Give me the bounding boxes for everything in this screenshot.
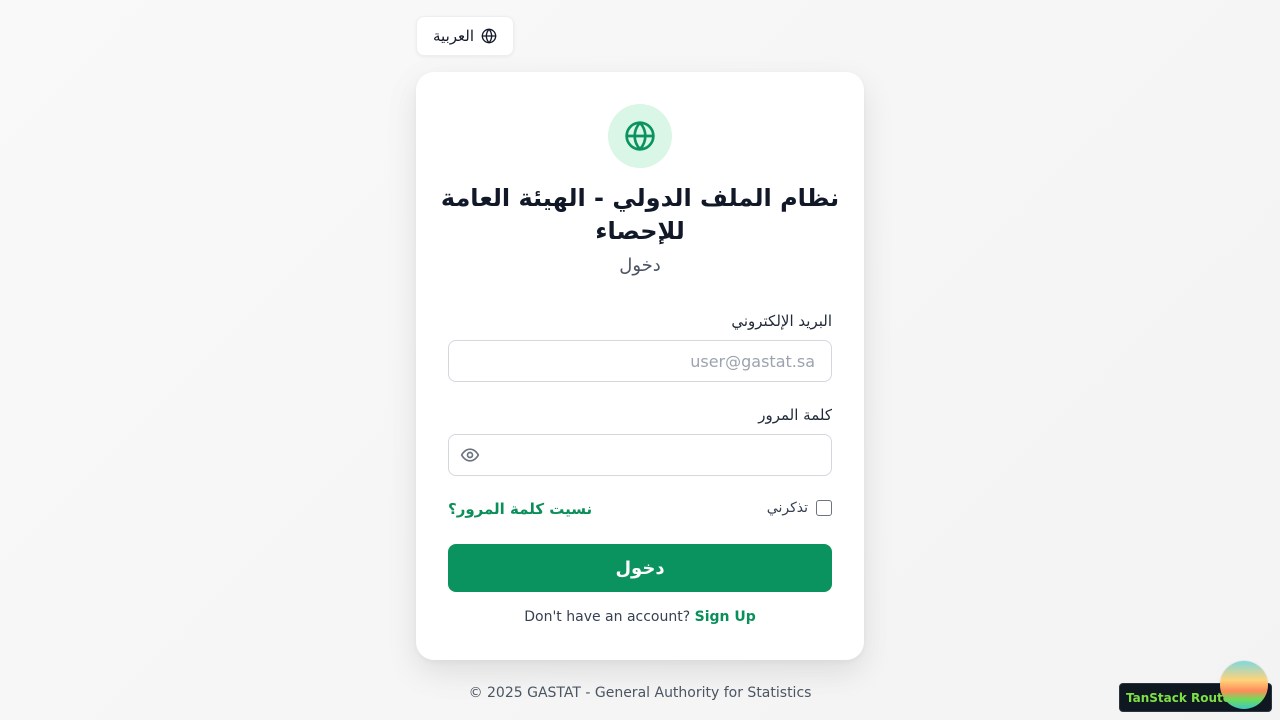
language-label: العربية	[433, 28, 474, 45]
globe-icon	[481, 28, 497, 44]
page-subtitle: دخول	[619, 255, 661, 276]
globe-icon	[625, 121, 655, 151]
show-password-toggle[interactable]	[459, 445, 481, 465]
password-label: كلمة المرور	[758, 406, 832, 424]
eye-icon	[460, 448, 480, 462]
forgot-password-link[interactable]: نسيت كلمة المرور؟	[448, 500, 592, 518]
signup-link[interactable]: Sign Up	[695, 609, 756, 625]
page-title: نظام الملف الدولي - الهيئة العامة للإحصا…	[440, 184, 840, 245]
remember-me: تذكرني	[767, 500, 832, 516]
language-switch-button[interactable]: العربية	[416, 16, 514, 56]
email-field[interactable]	[448, 340, 832, 382]
router-devtools-label: TanStack Router	[1126, 691, 1237, 705]
remember-me-checkbox[interactable]	[816, 500, 832, 516]
password-field[interactable]	[448, 434, 832, 476]
signup-prompt-text: Don't have an account?	[524, 609, 691, 625]
email-label: البريد الإلكتروني	[731, 312, 832, 330]
signup-prompt: Don't have an account? Sign Up	[416, 609, 864, 625]
logo	[608, 104, 672, 168]
remember-me-label: تذكرني	[766, 500, 808, 516]
footer-copyright: © 2025 GASTAT - General Authority for St…	[468, 685, 812, 701]
login-button[interactable]: دخول	[448, 544, 832, 592]
login-card: نظام الملف الدولي - الهيئة العامة للإحصا…	[416, 72, 864, 660]
tanstack-logo-icon[interactable]	[1220, 661, 1268, 709]
